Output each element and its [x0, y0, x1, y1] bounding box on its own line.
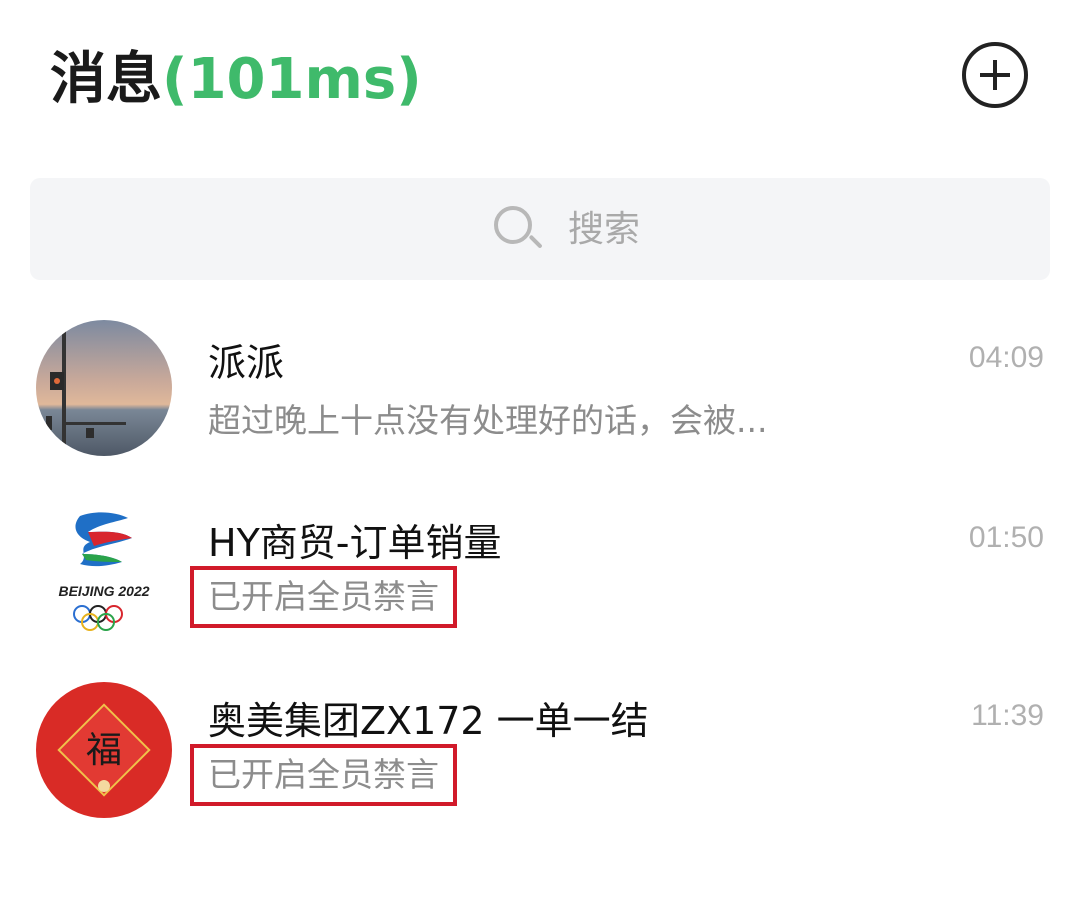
- chat-name: 派派: [208, 341, 285, 385]
- chat-preview: 超过晚上十点没有处理好的话，会被...: [208, 401, 768, 440]
- add-button[interactable]: [962, 42, 1028, 108]
- avatar-text: BEIJING 2022: [58, 583, 149, 599]
- search-icon: [492, 204, 543, 254]
- search-bar[interactable]: [30, 178, 1050, 280]
- page-title: 消息(101ms): [50, 40, 422, 120]
- mute-all-status: 已开启全员禁言: [190, 744, 457, 806]
- latency-label: (101ms): [162, 47, 422, 112]
- beijing-2022-logo: BEIJING 2022: [36, 502, 172, 638]
- avatar: BEIJING 2022: [36, 502, 172, 638]
- chat-item[interactable]: 派派 04:09 超过晚上十点没有处理好的话，会被...: [0, 320, 1080, 500]
- search-icon-handle: [528, 234, 543, 249]
- chat-time: 04:09: [968, 341, 1044, 374]
- avatar-text: 福: [86, 730, 122, 771]
- fu-avatar-image: 福: [36, 682, 172, 818]
- mute-all-status: 已开启全员禁言: [190, 566, 457, 628]
- chat-name: HY商贸-订单销量: [208, 521, 502, 565]
- chat-item[interactable]: 福 奥美集团ZX172 一单一结 11:39 已开启全员禁言: [0, 682, 1080, 862]
- page-title-text: 消息: [50, 47, 162, 112]
- search-input[interactable]: [568, 204, 768, 254]
- avatar: [36, 320, 172, 456]
- chat-time: 11:39: [971, 699, 1044, 732]
- chat-name: 奥美集团ZX172 一单一结: [208, 699, 649, 743]
- chat-item[interactable]: BEIJING 2022 HY商贸-订单销量 01:50 已开启全员禁言: [0, 502, 1080, 682]
- search-icon-ring: [494, 206, 532, 244]
- sunset-avatar-image: [36, 320, 172, 456]
- header: 消息(101ms): [0, 0, 1080, 160]
- chat-time: 01:50: [968, 521, 1044, 554]
- avatar: 福: [36, 682, 172, 818]
